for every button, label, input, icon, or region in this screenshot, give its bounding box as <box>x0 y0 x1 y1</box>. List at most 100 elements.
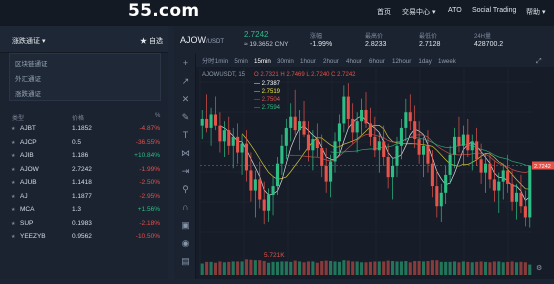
zone-option-blockchain[interactable]: 区块链通证 <box>15 58 48 68</box>
volume-bar <box>404 261 408 275</box>
pattern-icon[interactable]: ⋈ <box>180 148 191 159</box>
measure-icon[interactable]: ⇥ <box>180 166 191 177</box>
col-price[interactable]: 价格 <box>72 113 84 122</box>
stat-high-value: 2.8233 <box>365 41 387 48</box>
candle-body <box>200 118 204 126</box>
interval-1week[interactable]: 1week <box>438 58 457 65</box>
trash-icon[interactable]: ▤ <box>180 256 191 267</box>
candle-body <box>457 136 461 146</box>
interval-1day[interactable]: 1day <box>418 58 432 65</box>
volume-bar <box>426 261 430 275</box>
trendline-icon[interactable]: ↗ <box>180 76 191 87</box>
magnet-icon[interactable]: ∩ <box>180 202 191 213</box>
candle-body <box>324 165 328 182</box>
market-row[interactable]: ★ AJCP 0.5 -36.55% <box>0 139 168 151</box>
volume-bar <box>222 262 226 275</box>
pair-name: AJOW/USDT <box>180 35 224 45</box>
star-icon[interactable]: ★ <box>11 207 15 213</box>
stat-low-value: 2.7128 <box>419 41 441 48</box>
candle-body <box>262 199 266 211</box>
volume-bar <box>289 261 293 275</box>
favorites-tab[interactable]: ★ 自选 <box>140 36 163 46</box>
ma-value-3: — 2.7594 <box>254 105 281 111</box>
candle-body <box>528 165 532 218</box>
market-row[interactable]: ★ AJUB 1.1418 -2.50% <box>0 179 168 191</box>
market-row[interactable]: ★ AJOW 2.7242 -1.99% <box>0 166 168 178</box>
star-icon[interactable]: ★ <box>11 126 15 132</box>
interval-6hour[interactable]: 6hour <box>369 58 385 65</box>
interval-30min[interactable]: 30min <box>277 58 294 65</box>
interval-12hour[interactable]: 12hour <box>392 58 411 65</box>
volume-bar <box>466 261 470 275</box>
lock-icon[interactable]: ▣ <box>180 220 191 231</box>
ray-icon[interactable]: ✕ <box>180 94 191 105</box>
volume-bar <box>373 261 377 275</box>
interval-分时[interactable]: 分时 <box>202 57 214 65</box>
pair-quote: /USDT <box>206 39 224 45</box>
row-price: 1.186 <box>72 152 89 159</box>
interval-15min[interactable]: 15min <box>254 58 271 65</box>
candle-body <box>293 116 297 131</box>
row-symbol: AJ <box>20 192 28 200</box>
nav-ato[interactable]: ATO <box>448 7 462 14</box>
interval-5min[interactable]: 5min <box>234 58 248 65</box>
star-icon[interactable]: ★ <box>11 180 15 186</box>
col-type[interactable]: 类型 <box>12 113 24 122</box>
interval-2hour[interactable]: 2hour <box>323 58 339 65</box>
candle-body <box>267 195 271 211</box>
row-symbol: YEEZYB <box>20 233 46 240</box>
zoom-icon[interactable]: ⚲ <box>180 184 191 195</box>
market-row[interactable]: ★ SUP 0.1983 -2.18% <box>0 220 168 232</box>
nav-home[interactable]: 首页 <box>377 7 391 17</box>
pair-base: AJOW <box>180 35 206 45</box>
candle-body <box>311 139 315 151</box>
price-chart[interactable]: 分时 1min 5min 15min 30min 1hour 2hour 4hour 6hour… <box>196 54 554 284</box>
zone-option-forex[interactable]: 外汇通证 <box>15 73 41 83</box>
nav-trade-center[interactable]: 交易中心 ▾ <box>402 7 435 17</box>
eye-icon[interactable]: ◉ <box>180 238 191 249</box>
star-icon[interactable]: ★ <box>11 194 15 200</box>
interval-1min[interactable]: 1min <box>215 58 229 65</box>
market-row[interactable]: ★ MCA 1.3 +1.56% <box>0 206 168 218</box>
interval-4hour[interactable]: 4hour <box>346 58 362 65</box>
market-row[interactable]: ★ AJIB 1.186 +10.84% <box>0 152 168 164</box>
volume-bar <box>275 261 280 275</box>
market-row[interactable]: ★ YEEZYB 0.9562 -10.50% <box>0 233 168 245</box>
market-row[interactable]: ★ AJBT 1.1852 -4.87% <box>0 125 168 137</box>
col-change[interactable]: % <box>155 113 160 119</box>
row-change: -2.50% <box>139 179 160 186</box>
volume-bar <box>514 262 519 275</box>
interval-1hour[interactable]: 1hour <box>300 58 316 65</box>
volume-bar <box>510 261 514 275</box>
stat-volume-value: 428700.2 <box>474 41 504 48</box>
volume-bar <box>377 261 381 275</box>
brush-icon[interactable]: ✎ <box>180 112 191 123</box>
star-icon[interactable]: ★ <box>11 153 15 159</box>
nav-help[interactable]: 帮助 ▾ <box>526 7 545 17</box>
volume-bar <box>435 260 439 275</box>
row-symbol: MCA <box>20 206 35 213</box>
volume-bar <box>506 261 510 275</box>
market-panel-header: 涨跌通证 ▾ ★ 自选 <box>0 26 168 53</box>
nav-social-trading[interactable]: Social Trading <box>472 7 516 14</box>
chart-canvas[interactable]: 分时 1min 5min 15min 30min 1hour 2hour 4hour 6hour… <box>196 54 554 284</box>
zone-option-updown[interactable]: 涨跌通证 <box>15 88 41 98</box>
star-icon[interactable]: ★ <box>11 167 15 173</box>
volume-bar <box>253 260 257 275</box>
ohlc-label: O 2.7321 H 2.7469 L 2.7240 C 2.7242 <box>254 72 356 78</box>
candle-body <box>501 170 505 182</box>
zone-dropdown: 区块链通证 外汇通证 涨跌通证 <box>9 53 161 101</box>
row-price: 1.3 <box>72 206 82 213</box>
candle-body <box>497 181 501 191</box>
star-icon[interactable]: ★ <box>11 221 15 227</box>
row-change: -36.55% <box>135 138 160 146</box>
site-logo[interactable]: 55.com <box>128 1 199 21</box>
volume-bar <box>227 261 231 275</box>
volume-bar <box>315 262 319 275</box>
star-icon[interactable]: ★ <box>11 234 15 240</box>
crosshair-icon[interactable]: + <box>180 58 191 69</box>
star-icon[interactable]: ★ <box>11 140 15 146</box>
zone-selector[interactable]: 涨跌通证 ▾ <box>12 36 45 46</box>
text-icon[interactable]: T <box>180 130 191 141</box>
market-row[interactable]: ★ AJ 1.1877 -2.95% <box>0 193 168 205</box>
